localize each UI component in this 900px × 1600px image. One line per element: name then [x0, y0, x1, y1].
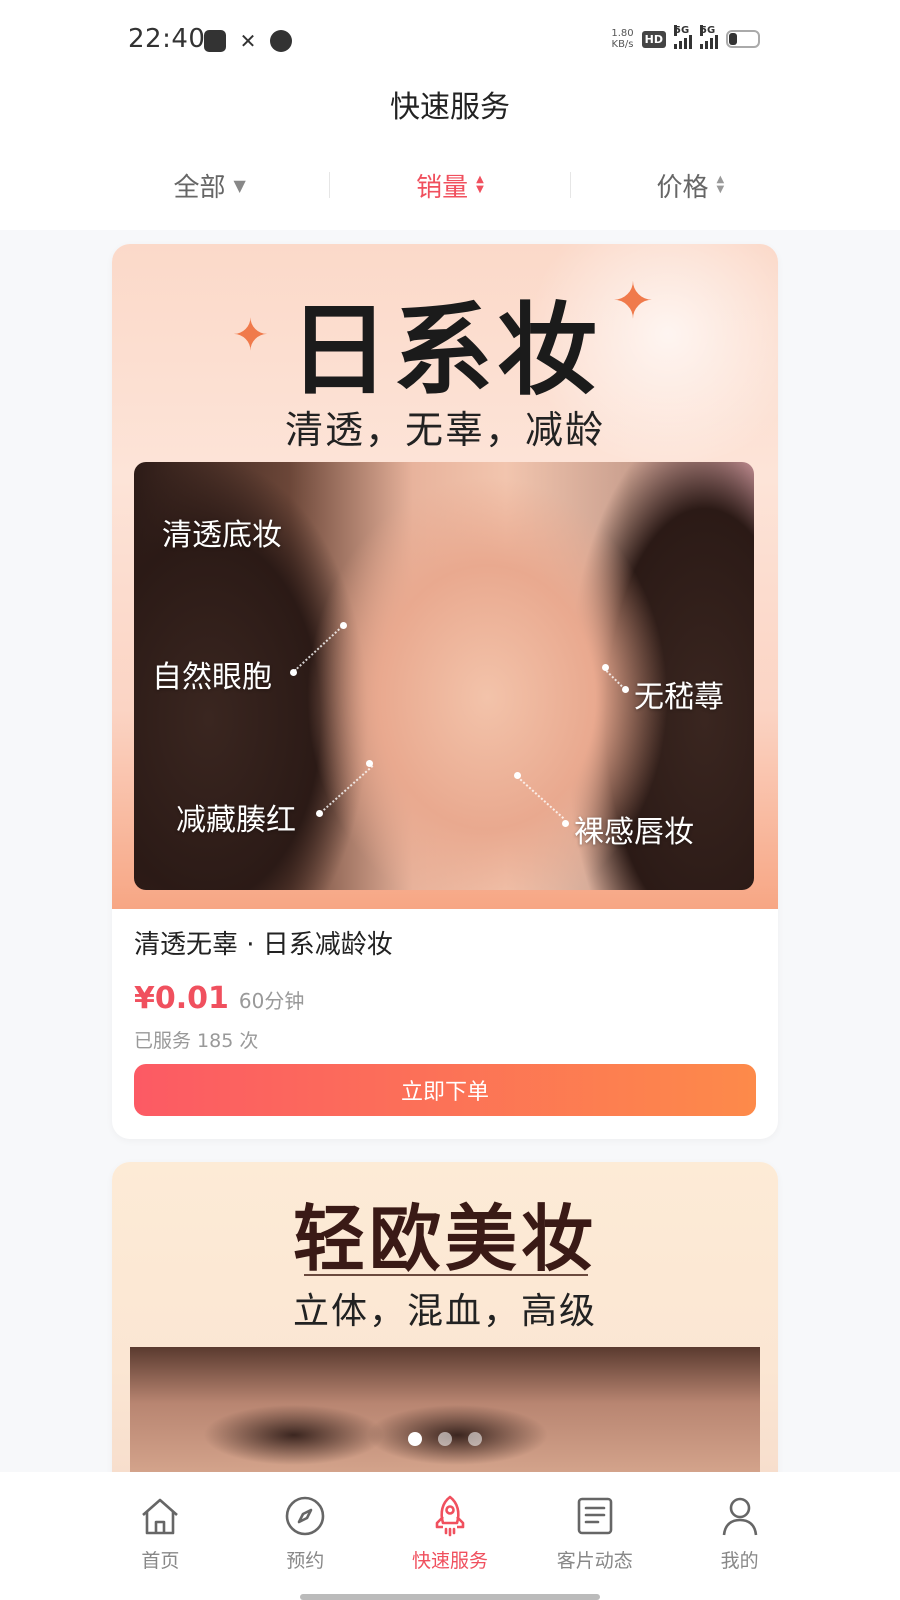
bottom-tab-bar: 首页 预约 快速服务 客片动态 我的: [0, 1472, 900, 1600]
sort-icon: ▲ ▼: [476, 174, 484, 195]
service-banner[interactable]: 轻欧美妆 立体，混血，高级: [112, 1162, 778, 1472]
photo-label: 自然眼胞: [152, 660, 272, 695]
service-card[interactable]: 轻欧美妆 立体，混血，高级: [112, 1162, 778, 1472]
tab-profile[interactable]: 我的: [667, 1472, 812, 1600]
order-now-button[interactable]: 立即下单: [134, 1064, 756, 1116]
home-icon: [136, 1492, 184, 1540]
caret-down-icon: ▼: [233, 175, 246, 195]
sort-icon: ▲ ▼: [716, 174, 725, 195]
signal-5g-icon: 5G: [700, 25, 718, 49]
compass-icon: [281, 1492, 329, 1540]
battery-icon: [726, 30, 760, 48]
notification-icons: ✕: [204, 30, 292, 52]
tab-client-feed[interactable]: 客片动态: [522, 1472, 667, 1600]
rocket-icon: [426, 1492, 474, 1540]
service-banner[interactable]: ✦ ✦ 日系妆 清透，无辜，减龄 清透底妆 自然眼胞 无嵇蕁 减藏腠红 裸感唇妆: [112, 244, 778, 909]
page-title: 快速服务: [390, 90, 510, 125]
hd-icon: HD: [641, 30, 666, 48]
status-time: 22:40: [128, 24, 206, 54]
photo-label: 裸感唇妆: [574, 815, 694, 850]
photo-label: 清透底妆: [162, 518, 282, 553]
banner-subtitle: 清透，无辜，减龄: [284, 408, 605, 452]
chat-bubble-icon: [270, 30, 292, 52]
tab-appointment[interactable]: 预约: [233, 1472, 378, 1600]
header: 快速服务 全部 ▼ 销量 ▲ ▼ 价格 ▲ ▼: [0, 80, 900, 230]
status-bar: 22:40 ✕ 1.80 KB/s HD 5G 5G: [0, 0, 900, 80]
carousel-dot: [468, 1432, 482, 1446]
filter-all[interactable]: 全部 ▼: [90, 160, 329, 210]
divider: [304, 1274, 588, 1276]
carousel-indicator: [112, 1432, 778, 1446]
photo-label: 无嵇蕁: [634, 680, 724, 715]
banner-subtitle: 立体，混血，高级: [292, 1291, 597, 1332]
service-card[interactable]: ✦ ✦ 日系妆 清透，无辜，减龄 清透底妆 自然眼胞 无嵇蕁 减藏腠红 裸感唇妆: [112, 244, 778, 1139]
network-speed: 1.80 KB/s: [611, 28, 634, 50]
news-icon: [571, 1492, 619, 1540]
tab-quick-service[interactable]: 快速服务: [378, 1472, 523, 1600]
service-duration: 60分钟: [238, 989, 305, 1013]
app-notification-icon: [204, 30, 226, 52]
photo-label: 减藏腠红: [176, 803, 296, 838]
carousel-dot: [408, 1432, 422, 1446]
tools-icon: ✕: [239, 29, 257, 53]
model-photo: [130, 1347, 760, 1472]
user-icon: [716, 1492, 764, 1540]
status-indicators: 1.80 KB/s HD 5G 5G: [611, 25, 760, 50]
carousel-dot: [438, 1432, 452, 1446]
filter-bar: 全部 ▼ 销量 ▲ ▼ 价格 ▲ ▼: [90, 160, 810, 210]
tab-home[interactable]: 首页: [88, 1472, 233, 1600]
service-name: 清透无辜 · 日系减龄妆: [134, 930, 393, 960]
service-price: ¥0.01: [134, 981, 229, 1016]
service-info: 清透无辜 · 日系减龄妆 ¥0.01 60分钟 已服务 185 次 立即下单: [134, 924, 756, 1116]
banner-title: 轻欧美妆: [292, 1196, 597, 1281]
banner-title: 日系妆: [289, 291, 601, 409]
filter-price[interactable]: 价格 ▲ ▼: [571, 160, 810, 210]
signal-5g-icon: 5G: [674, 25, 692, 49]
model-photo: 清透底妆 自然眼胞 无嵇蕁 减藏腠红 裸感唇妆: [134, 462, 754, 890]
filter-sales[interactable]: 销量 ▲ ▼: [330, 160, 569, 210]
service-list[interactable]: ✦ ✦ 日系妆 清透，无辜，减龄 清透底妆 自然眼胞 无嵇蕁 减藏腠红 裸感唇妆: [92, 232, 798, 1472]
served-count: 已服务 185 次: [134, 1030, 259, 1052]
home-indicator: [300, 1594, 600, 1600]
